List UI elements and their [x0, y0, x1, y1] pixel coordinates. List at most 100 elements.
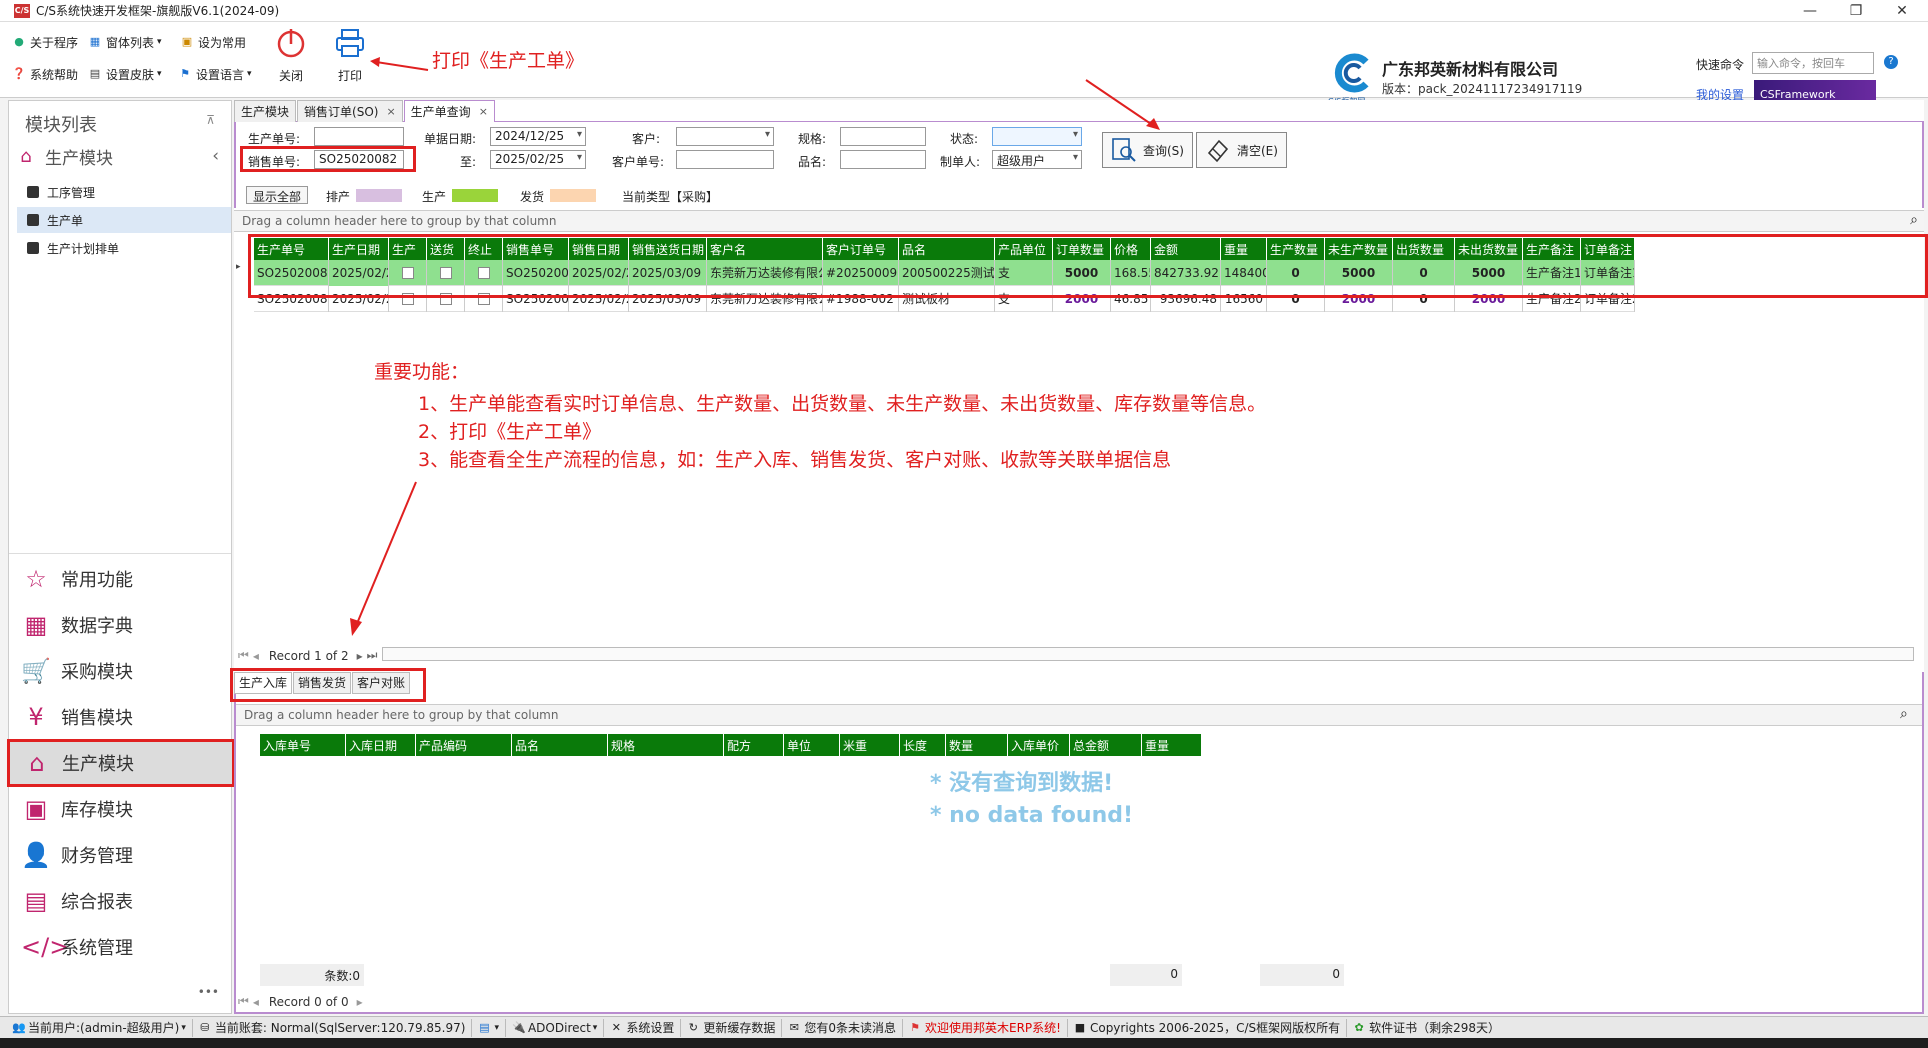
status-license[interactable]: ✿ 软件证书（剩余298天）	[1347, 1019, 1506, 1037]
query-button[interactable]: 查询(S)	[1102, 132, 1193, 168]
sidebar-item-label: 工序管理	[47, 185, 96, 200]
help-button[interactable]: ❓ 系统帮助	[12, 64, 78, 84]
about-button[interactable]: ● 关于程序	[12, 32, 78, 52]
certificate-icon: ✿	[1354, 1020, 1364, 1034]
detail-pager: ⏮ ◂ Record 0 of 0 ▸	[238, 994, 363, 1009]
show-all-button[interactable]: 显示全部	[246, 186, 309, 204]
window-list-button[interactable]: ▦ 窗体列表 ▾	[88, 32, 162, 52]
status-select[interactable]	[992, 127, 1082, 146]
restore-icon[interactable]: ❐	[1836, 0, 1876, 22]
language-button[interactable]: ⚑ 设置语言 ▾	[178, 64, 251, 84]
close-tab-icon[interactable]: ×	[386, 102, 395, 122]
nav-system[interactable]: </> 系统管理	[9, 925, 231, 969]
chevron-down-icon: ▾	[494, 1022, 499, 1033]
tools-icon: ✕	[611, 1020, 621, 1034]
nav-sales[interactable]: ¥ 销售模块	[9, 695, 231, 739]
first-page-icon[interactable]: ⏮	[238, 648, 249, 663]
legend-schedule-label: 排产	[326, 190, 351, 204]
close-window-icon[interactable]: ✕	[1882, 0, 1922, 22]
nav-dictionary[interactable]: ▦ 数据字典	[9, 603, 231, 647]
pin-icon[interactable]: ⊼	[206, 113, 215, 127]
column-header[interactable]: 入库单价	[1008, 734, 1070, 756]
nav-production[interactable]: ⌂ 生产模块	[7, 739, 235, 787]
cust-no-input[interactable]	[676, 150, 774, 169]
ribbon-toolbar: ● 关于程序 ▦ 窗体列表 ▾ ▣ 设为常用 ❓ 系统帮助 ▤ 设置皮肤 ▾ ⚑ 设置语言 ▾ 关…	[0, 22, 1928, 110]
name-label: 品名:	[798, 155, 827, 169]
no-data-message: * 没有查询到数据! * no data found!	[930, 768, 1133, 832]
clipboard-icon: ▣	[181, 35, 193, 48]
name-input[interactable]	[840, 150, 926, 169]
set-common-button[interactable]: ▣ 设为常用	[180, 32, 246, 52]
close-button[interactable]: 关闭	[266, 26, 316, 84]
sidebar-item-production-order[interactable]: 生产单	[17, 207, 231, 233]
column-header[interactable]: 米重	[840, 734, 900, 756]
column-header[interactable]: 总金额	[1070, 734, 1142, 756]
language-label: 设置语言	[196, 67, 245, 82]
spec-input[interactable]	[840, 127, 926, 146]
more-icon[interactable]: •••	[198, 985, 219, 999]
column-header[interactable]: 数量	[946, 734, 1008, 756]
nav-label: 财务管理	[61, 846, 133, 867]
prod-no-input[interactable]	[314, 127, 404, 146]
nav-finance[interactable]: 👤 财务管理	[9, 833, 231, 877]
column-header[interactable]: 重量	[1142, 734, 1202, 756]
cube-icon	[27, 242, 39, 254]
minimize-icon[interactable]: —	[1790, 0, 1830, 22]
prev-page-icon[interactable]: ◂	[253, 649, 259, 663]
column-header[interactable]: 单位	[784, 734, 840, 756]
last-page-icon[interactable]: ⏭	[367, 648, 378, 663]
tab-production-module[interactable]: 生产模块	[234, 100, 297, 122]
clear-button[interactable]: 清空(E)	[1196, 132, 1287, 168]
detail-search-icon[interactable]: ⌕	[1900, 706, 1908, 722]
detail-group-panel[interactable]: Drag a column header here to group by th…	[236, 704, 1922, 726]
sidebar-item-schedule[interactable]: 生产计划排单	[17, 235, 231, 261]
legend-bar: 显示全部 排产 生产 发货 当前类型【采购】	[234, 184, 1924, 208]
column-header[interactable]: 入库单号	[260, 734, 346, 756]
nav-purchase[interactable]: 🛒 采购模块	[9, 649, 231, 693]
column-header[interactable]: 入库日期	[346, 734, 416, 756]
date-from-picker[interactable]: 2024/12/25	[490, 127, 586, 146]
chevron-down-icon[interactable]: ▾	[181, 1023, 186, 1033]
feature-notes: 重要功能： 1、生产单能查看实时订单信息、生产数量、出货数量、未生产数量、未出货…	[374, 358, 1266, 474]
nav-inventory[interactable]: ▣ 库存模块	[9, 787, 231, 831]
nav-common[interactable]: ☆ 常用功能	[9, 557, 231, 601]
skin-button[interactable]: ▤ 设置皮肤 ▾	[88, 64, 162, 84]
first-page-icon[interactable]: ⏮	[238, 994, 249, 1009]
status-cache[interactable]: ↻ 更新缓存数据	[681, 1018, 783, 1037]
next-page-icon[interactable]: ▸	[357, 995, 363, 1009]
report-icon: ▤	[24, 887, 48, 915]
notes-line-2: 2、打印《生产工单》	[418, 421, 602, 443]
search-icon[interactable]: ⌕	[1910, 212, 1918, 228]
prev-page-icon[interactable]: ◂	[253, 995, 259, 1009]
column-header[interactable]: 产品编码	[416, 734, 512, 756]
status-copyright: ■ Copyrights 2006-2025，C/S框架网版权所有	[1068, 1018, 1348, 1037]
legend-schedule-swatch	[356, 189, 402, 202]
help-circle-icon[interactable]: ?	[1884, 55, 1898, 69]
status-ado[interactable]: 🔌 ADODirect ▾	[506, 1018, 605, 1037]
company-logo	[1334, 53, 1369, 93]
status-messages[interactable]: ✉ 您有0条未读消息	[782, 1018, 903, 1037]
quick-command-input[interactable]: 输入命令，按回车	[1752, 52, 1874, 74]
horizontal-scrollbar[interactable]	[382, 647, 1914, 661]
column-header[interactable]: 规格	[608, 734, 724, 756]
date-to-picker[interactable]: 2025/02/25	[490, 150, 586, 169]
column-header[interactable]: 配方	[724, 734, 784, 756]
layout-icon: ▤	[479, 1020, 490, 1034]
status-settings[interactable]: ✕ 系统设置	[604, 1018, 682, 1037]
column-header[interactable]: 长度	[900, 734, 946, 756]
nav-reports[interactable]: ▤ 综合报表	[9, 879, 231, 923]
close-tab-icon[interactable]: ×	[479, 102, 488, 122]
tab-sales-order[interactable]: 销售订单(SO) ×	[297, 100, 403, 122]
tab-production-query[interactable]: 生产单查询 ×	[403, 100, 495, 122]
status-layout[interactable]: ▤ ▾	[472, 1018, 506, 1037]
customer-select[interactable]	[676, 127, 774, 146]
record-count: Record 1 of 2	[268, 648, 349, 663]
annotation-arrow	[350, 481, 417, 636]
sidebar-item-process[interactable]: 工序管理	[17, 179, 231, 205]
sidebar-group-production[interactable]: ⌂ 生产模块 ‹	[15, 143, 225, 169]
group-panel[interactable]: Drag a column header here to group by th…	[234, 210, 1924, 232]
module-sidebar: 模块列表 ⊼ ⌂ 生产模块 ‹ 工序管理 生产单 生产计划排单 ☆ 常用功能 ▦ 数…	[7, 100, 235, 1014]
next-page-icon[interactable]: ▸	[357, 649, 363, 663]
maker-select[interactable]: 超级用户	[992, 150, 1082, 169]
column-header[interactable]: 品名	[512, 734, 608, 756]
